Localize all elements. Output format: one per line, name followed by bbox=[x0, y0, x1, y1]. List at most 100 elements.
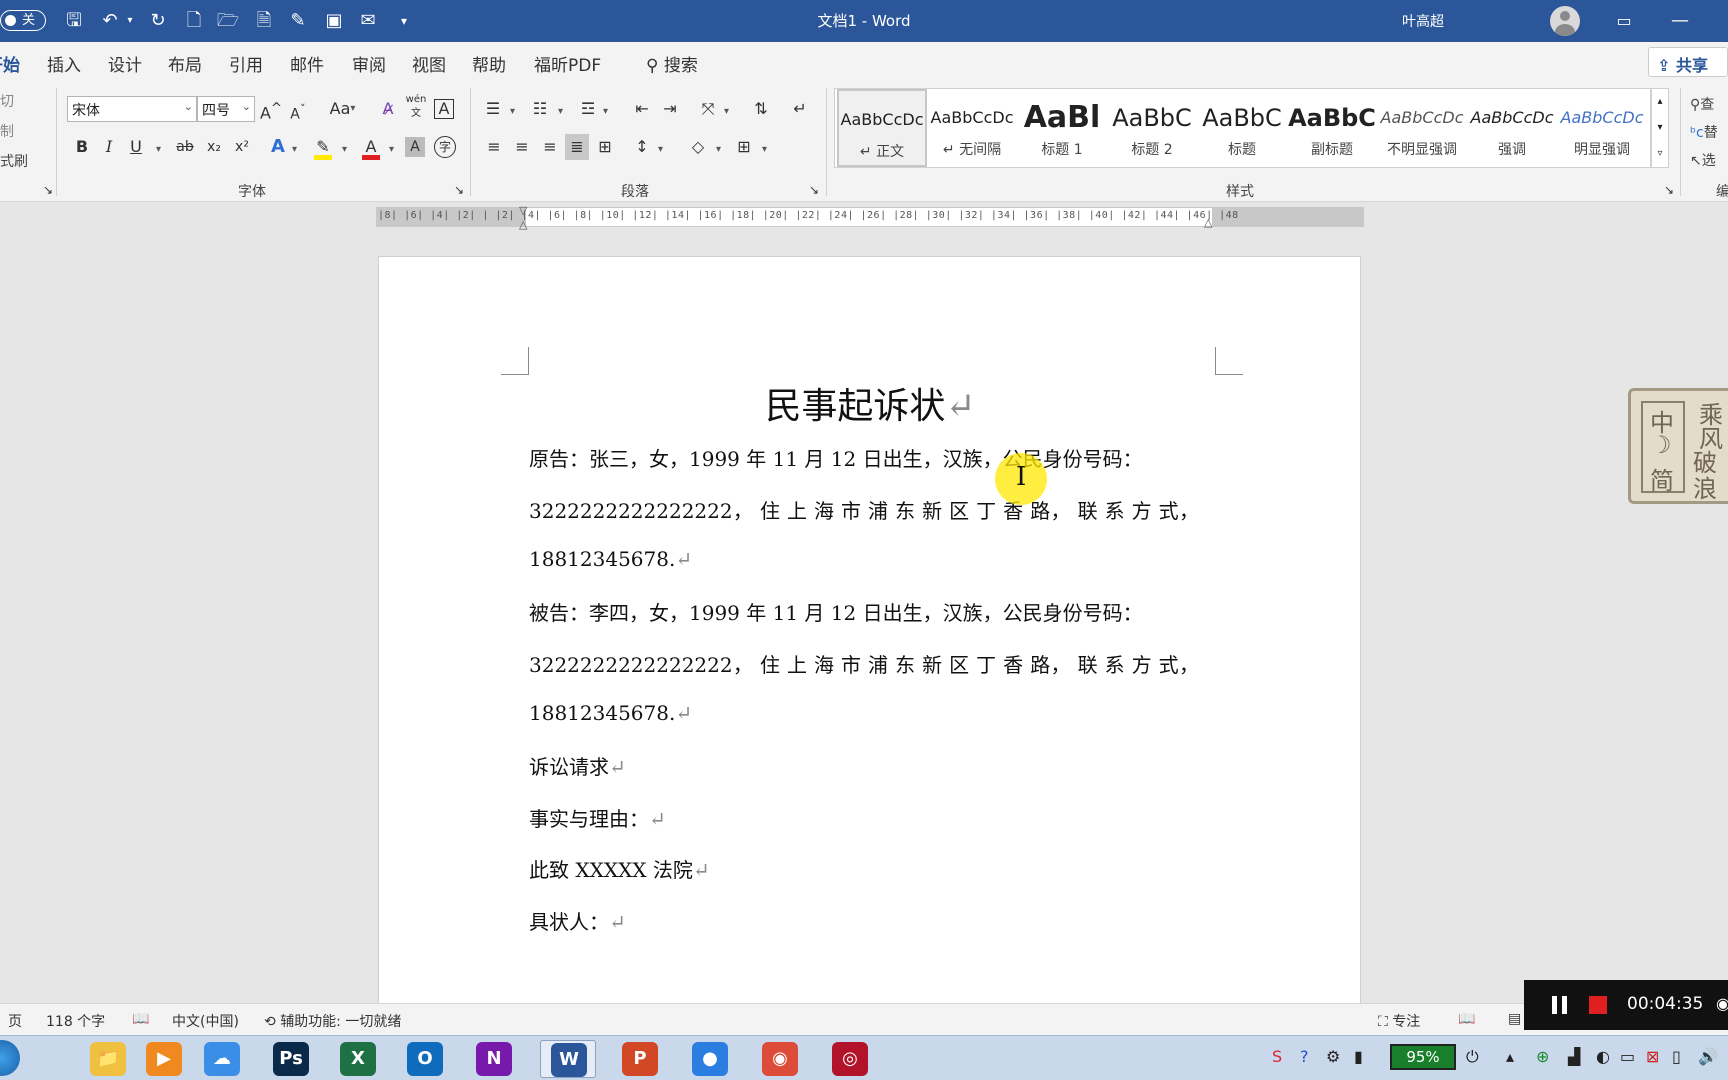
taskbar-app-media[interactable]: ▶ bbox=[136, 1040, 192, 1078]
document-page[interactable]: 民事起诉状↵ 原告：张三，女，1999 年 11 月 12 日出生，汉族，公民身… bbox=[378, 256, 1361, 1004]
chevron-down-icon[interactable]: ▾ bbox=[724, 106, 729, 117]
chevron-down-icon[interactable]: ▾ bbox=[156, 144, 161, 155]
grow-font-button[interactable]: A^ bbox=[259, 96, 283, 122]
tab-insert[interactable]: 插入 bbox=[47, 51, 81, 76]
character-border-button[interactable]: A bbox=[434, 99, 454, 119]
taskbar-app-onenote[interactable]: N bbox=[466, 1040, 522, 1078]
tab-review[interactable]: 审阅 bbox=[352, 51, 386, 76]
page-indicator[interactable]: 页 bbox=[8, 1011, 22, 1031]
styles-scroll[interactable]: ▴ ▾ ▿ bbox=[1651, 88, 1669, 168]
shading-icon[interactable]: ◇ bbox=[686, 134, 710, 160]
taskbar-app-powerpoint[interactable]: P bbox=[612, 1040, 668, 1078]
save-icon[interactable]: 🖫 bbox=[62, 9, 86, 33]
shrink-font-button[interactable]: Aˇ bbox=[286, 96, 310, 123]
more-styles-icon[interactable]: ▿ bbox=[1652, 141, 1668, 167]
device-icon[interactable]: ▯ bbox=[1672, 1047, 1681, 1066]
highlight-button[interactable]: ✎ bbox=[311, 134, 335, 160]
accessibility-status[interactable]: ⟲ 辅助功能: 一切就绪 bbox=[264, 1011, 401, 1031]
chevron-down-icon[interactable]: ▾ bbox=[342, 144, 347, 155]
battery-indicator[interactable]: 95% bbox=[1390, 1044, 1456, 1070]
defendant-line-2[interactable]: 3222222222222222， 住 上 海 市 浦 东 新 区 丁 香 路，… bbox=[529, 649, 1199, 678]
chevron-down-icon[interactable]: ▾ bbox=[510, 106, 515, 117]
cut-button[interactable]: 剪切 bbox=[0, 91, 14, 111]
taskbar-app-baidu-netdisk[interactable]: ☁ bbox=[194, 1040, 250, 1078]
format-painter-button[interactable]: 格式刷 bbox=[0, 151, 28, 171]
claims-heading[interactable]: 诉讼请求↵ bbox=[529, 751, 626, 780]
new-document-icon[interactable]: 🗋 bbox=[182, 9, 206, 33]
underline-button[interactable]: U bbox=[124, 134, 148, 160]
tab-layout[interactable]: 布局 bbox=[168, 51, 202, 76]
phonetic-guide-button[interactable]: wén 文 bbox=[404, 93, 428, 119]
increase-indent-icon[interactable]: ⇥ bbox=[658, 96, 682, 122]
print-preview-icon[interactable]: 🗎 bbox=[252, 9, 276, 33]
style-subtitle[interactable]: AaBbC 副标题 bbox=[1287, 89, 1377, 167]
volume-icon[interactable]: 🔊 bbox=[1698, 1047, 1718, 1066]
replace-button[interactable]: ᵇc替 bbox=[1690, 122, 1718, 142]
style-no-spacing[interactable]: AaBbCcDc ↵ 无间隔 bbox=[927, 89, 1017, 167]
taskbar-app-photoshop[interactable]: Ps bbox=[263, 1040, 319, 1078]
numbering-icon[interactable]: ☷ bbox=[528, 96, 552, 122]
ribbon-display-icon[interactable]: ▭ bbox=[1612, 9, 1636, 33]
taskbar-app-recorder[interactable]: ◎ bbox=[822, 1040, 878, 1078]
tab-mailings[interactable]: 邮件 bbox=[290, 51, 324, 76]
taskbar-app-excel[interactable]: X bbox=[330, 1040, 386, 1078]
subscript-button[interactable]: x₂ bbox=[202, 134, 226, 160]
line-spacing-icon[interactable]: ↕ bbox=[630, 134, 654, 160]
strikethrough-button[interactable]: ab bbox=[173, 134, 197, 160]
show-hidden-icons-icon[interactable]: ▴ bbox=[1506, 1047, 1514, 1066]
comment-icon[interactable]: ✎ bbox=[286, 9, 310, 33]
change-case-button[interactable]: Aa ▾ bbox=[322, 96, 358, 122]
language-indicator[interactable]: 中文(中国) bbox=[172, 1011, 239, 1031]
signal-icon[interactable]: ▟ bbox=[1568, 1047, 1580, 1066]
share-button[interactable]: ⇪ 共享 bbox=[1648, 47, 1728, 77]
network-add-icon[interactable]: ⊕ bbox=[1536, 1047, 1549, 1066]
chevron-down-icon[interactable]: ▾ bbox=[292, 144, 297, 155]
clear-formatting-icon[interactable]: A̷ bbox=[376, 96, 400, 122]
customize-toolbar-icon[interactable]: ▾ bbox=[392, 9, 416, 33]
taskbar-app-word[interactable]: W bbox=[540, 1040, 596, 1078]
picture-icon[interactable]: ▣ bbox=[322, 9, 346, 33]
bullets-icon[interactable]: ☰ bbox=[481, 96, 505, 122]
tab-view[interactable]: 视图 bbox=[412, 51, 446, 76]
superscript-button[interactable]: x² bbox=[230, 134, 254, 160]
font-size-select[interactable]: 四号 ⌄ bbox=[197, 96, 255, 122]
email-icon[interactable]: ✉ bbox=[356, 9, 380, 33]
align-center-icon[interactable]: ≡ bbox=[510, 134, 534, 160]
borders-icon[interactable]: ⊞ bbox=[732, 134, 756, 160]
proofing-icon[interactable]: 📖 bbox=[132, 1011, 149, 1027]
multilevel-list-icon[interactable]: ☲ bbox=[576, 96, 600, 122]
sort-icon[interactable]: ⇅ bbox=[749, 96, 773, 122]
network-disconnected-icon[interactable]: ⊠ bbox=[1646, 1047, 1659, 1066]
avatar[interactable] bbox=[1550, 6, 1580, 36]
hanging-indent-marker[interactable]: △ bbox=[519, 218, 527, 231]
camera-icon[interactable]: ◉ bbox=[1716, 994, 1728, 1013]
text-effects-button[interactable]: A bbox=[266, 134, 290, 160]
plaintiff-line-3[interactable]: 18812345678.↵ bbox=[529, 547, 692, 571]
enclose-characters-button[interactable]: 字 bbox=[434, 136, 456, 158]
plaintiff-line-2[interactable]: 3222222222222222， 住 上 海 市 浦 东 新 区 丁 香 路，… bbox=[529, 495, 1199, 524]
chevron-down-icon[interactable]: ▾ bbox=[1652, 115, 1668, 141]
find-button[interactable]: ⚲查 bbox=[1690, 94, 1714, 114]
style-subtle-emphasis[interactable]: AaBbCcDc 不明显强调 bbox=[1377, 89, 1467, 167]
bold-button[interactable]: B bbox=[70, 134, 94, 160]
stop-icon[interactable] bbox=[1589, 996, 1607, 1014]
read-mode-icon[interactable]: 📖 bbox=[1458, 1011, 1475, 1027]
asian-layout-icon[interactable]: ⤧ bbox=[696, 96, 720, 122]
power-plug-icon[interactable]: ⏻ bbox=[1466, 1047, 1479, 1067]
tab-help[interactable]: 帮助 bbox=[472, 51, 506, 76]
justify-icon[interactable]: ≣ bbox=[565, 134, 589, 160]
style-heading-2[interactable]: AaBbC 标题 2 bbox=[1107, 89, 1197, 167]
horizontal-ruler[interactable]: |8| |6| |4| |2| | |2| |4| |6| |8| |10| |… bbox=[376, 204, 1364, 231]
style-normal[interactable]: AaBbCcDc ↵ 正文 bbox=[837, 89, 927, 167]
styles-launcher-icon[interactable]: ↘ bbox=[1657, 177, 1681, 203]
font-name-select[interactable]: 宋体 ⌄ bbox=[67, 96, 197, 122]
chevron-up-icon[interactable]: ▴ bbox=[1652, 89, 1668, 115]
print-layout-icon[interactable]: ▤ bbox=[1508, 1011, 1521, 1027]
tab-design[interactable]: 设计 bbox=[108, 51, 142, 76]
tell-me-search[interactable]: ⚲ 搜索 bbox=[646, 51, 698, 76]
tab-references[interactable]: 引用 bbox=[229, 51, 263, 76]
document-title[interactable]: 民事起诉状↵ bbox=[379, 377, 1362, 429]
court-line[interactable]: 此致 XXXXX 法院↵ bbox=[529, 854, 710, 883]
tray-battery-icon[interactable]: ▮ bbox=[1354, 1047, 1363, 1066]
taskbar-app-outlook[interactable]: O bbox=[397, 1040, 453, 1078]
